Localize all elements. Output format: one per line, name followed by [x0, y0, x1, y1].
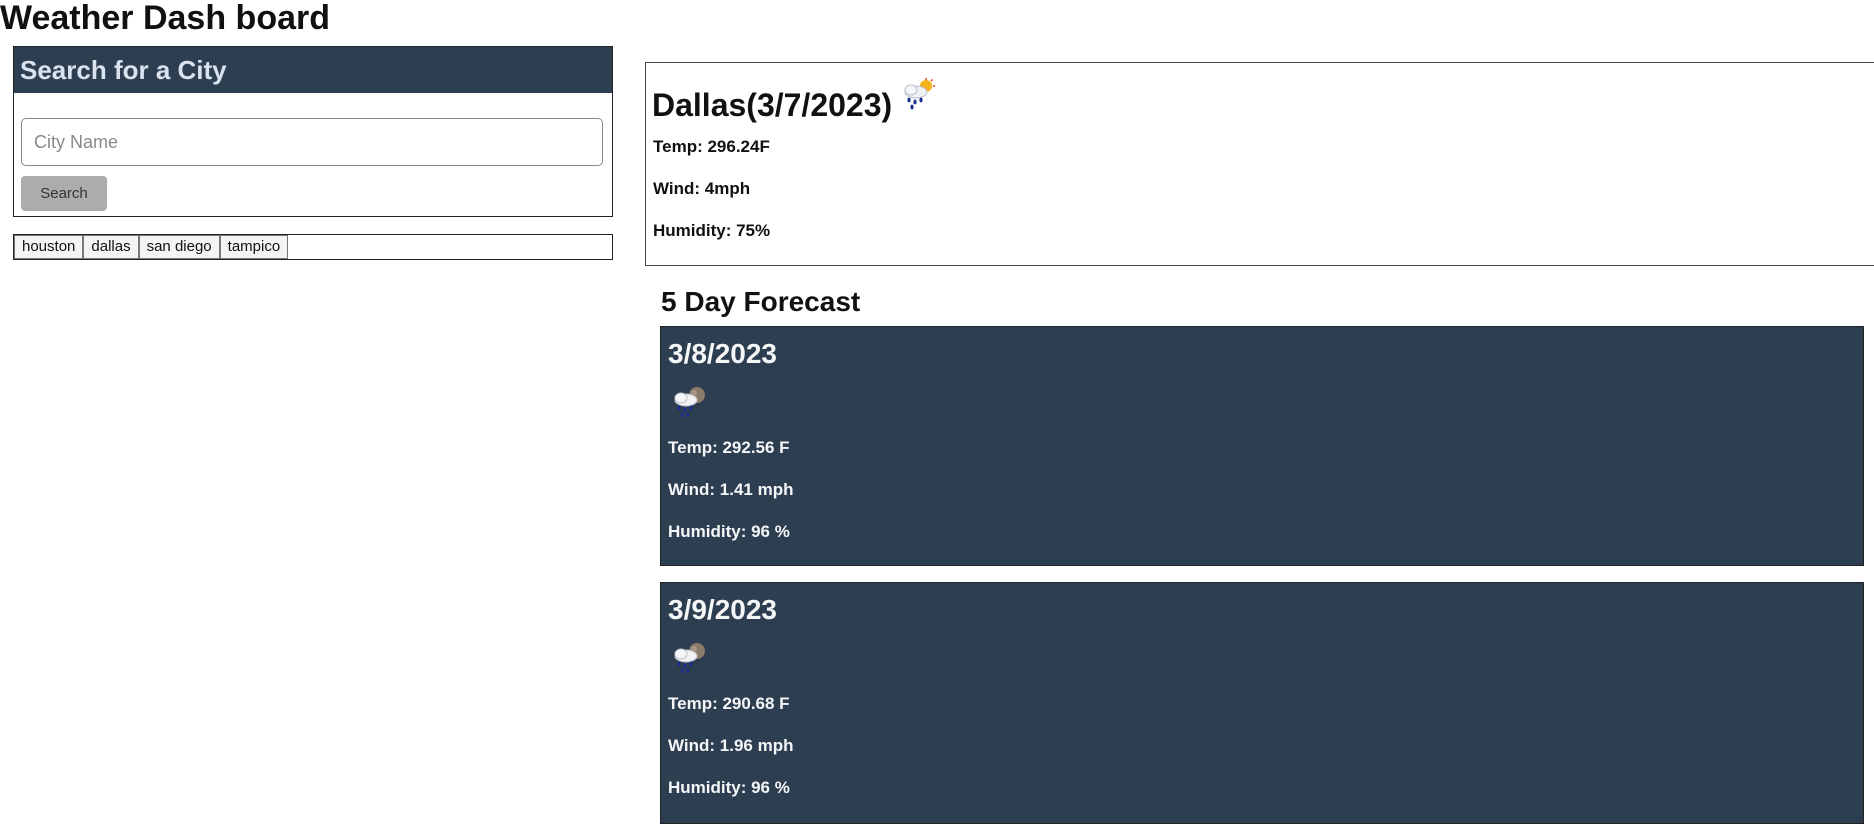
forecast-wind: Wind: 1.41 mph — [668, 480, 794, 499]
forecast-date: 3/9/2023 — [668, 594, 777, 625]
history-button-dallas[interactable]: dallas — [83, 235, 139, 259]
search-history: houston dallas san diego tampico — [13, 234, 613, 260]
search-header: Search for a City — [14, 47, 612, 93]
current-city-date: Dallas(3/7/2023) — [652, 87, 893, 123]
night-cloud-rain-icon — [670, 385, 710, 422]
forecast-temp: Temp: 292.56 F — [668, 438, 790, 457]
forecast-wind: Wind: 1.96 mph — [668, 736, 794, 755]
forecast-temp: Temp: 290.68 F — [668, 694, 790, 713]
forecast-humidity: Humidity: 96 % — [668, 522, 790, 541]
night-cloud-rain-icon — [670, 641, 710, 678]
history-button-houston[interactable]: houston — [14, 235, 84, 259]
forecast-card: 3/8/2023 Temp: 292.56 F Wind: 1.41 mph H… — [660, 326, 1864, 566]
forecast-card: 3/9/2023 Temp: 290.68 F Wind: 1.96 mph H… — [660, 582, 1864, 824]
forecast-heading: 5 Day Forecast — [661, 286, 861, 317]
history-button-san-diego[interactable]: san diego — [138, 235, 220, 259]
history-button-tampico[interactable]: tampico — [219, 235, 289, 259]
cloud-sun-rain-icon — [900, 77, 936, 119]
current-humidity: Humidity: 75% — [653, 221, 771, 240]
current-temp: Temp: 296.24F — [653, 137, 770, 156]
search-card: Search for a City Search — [13, 46, 613, 217]
current-wind: Wind: 4mph — [653, 179, 751, 198]
forecast-date: 3/8/2023 — [668, 338, 777, 369]
page-title: Weather Dash board — [0, 0, 331, 37]
forecast-humidity: Humidity: 96 % — [668, 778, 790, 797]
city-search-input[interactable] — [21, 118, 603, 166]
current-weather-card: Dallas(3/7/2023) Temp: 296.24F Wind: 4mp… — [645, 62, 1874, 266]
search-button[interactable]: Search — [21, 176, 107, 211]
current-weather-title: Dallas(3/7/2023) — [652, 77, 936, 125]
